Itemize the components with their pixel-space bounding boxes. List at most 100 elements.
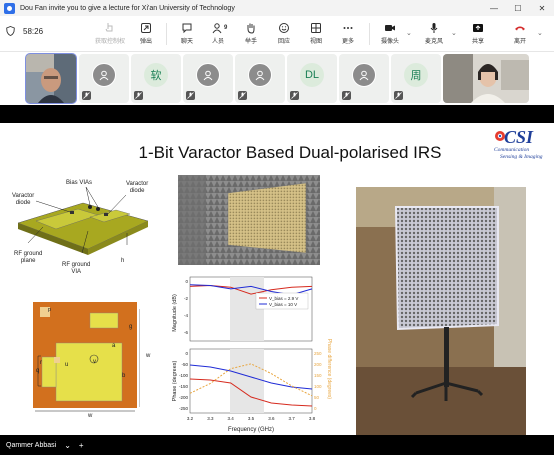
participant-tile[interactable]: DL [287, 54, 337, 103]
legend-label: V_bias = 2.9 V [269, 296, 298, 301]
view-button[interactable]: 视图 [301, 22, 331, 45]
participant-tile[interactable] [183, 54, 233, 103]
magnitude-y-tick-label: -6 [184, 330, 188, 335]
x-tick-label: 3.2 [187, 416, 194, 421]
phase-y-tick-label: 0 [185, 351, 188, 356]
eject-icon [141, 23, 151, 33]
leave-options-chevron-icon[interactable]: ⌄ [537, 29, 543, 37]
cursor-hand-icon [105, 23, 113, 32]
participant-tile[interactable]: 周 [391, 54, 441, 103]
height-h-label: h [121, 258, 125, 264]
react-button[interactable]: 回应 [269, 22, 299, 45]
leave-button[interactable]: 离开 [505, 22, 535, 45]
maximize-button[interactable]: ☐ [506, 0, 530, 16]
reflection-chart: 3.2 3.3 3.4 3.5 3.6 3.7 3.8 0 -2 -4 -6 0 -50 -100 -150… [172, 276, 332, 433]
user-avatar-icon [92, 63, 116, 87]
phase-shaded-band [230, 349, 264, 413]
user-avatar-icon [248, 63, 272, 87]
grid-icon [311, 23, 321, 33]
shield-icon[interactable] [6, 26, 15, 36]
app-logo-icon [4, 2, 15, 14]
phase-difference-y-tick-label: 100 [314, 384, 322, 389]
csi-logo: CSI Communication Sensing & Imaging [494, 127, 554, 163]
dim-w-side-label: w [146, 353, 151, 359]
participant-tile[interactable] [235, 54, 285, 103]
phase-axis-label: Phase (degrees) [172, 361, 178, 402]
participant-tile[interactable]: 软 [131, 54, 181, 103]
phase-y-tick-label: -200 [179, 395, 189, 400]
camera-options-chevron-icon[interactable]: ⌄ [406, 29, 412, 37]
participant-tile-video[interactable] [443, 54, 529, 103]
legend-label: V_bias = 10 V [269, 302, 297, 307]
collapse-chevron-icon[interactable]: ⌄ [64, 441, 71, 450]
irs-prototype-photo [356, 187, 526, 435]
x-tick-label: 3.6 [268, 416, 275, 421]
participant-tile[interactable] [339, 54, 389, 103]
shared-slide: 1-Bit Varactor Based Dual-polarised IRS … [0, 123, 554, 435]
participants-button[interactable]: 人员 [203, 22, 233, 45]
participant-count-badge: 9 [224, 25, 228, 31]
close-button[interactable]: ✕ [530, 0, 554, 16]
hang-up-icon [515, 26, 525, 31]
phase-y-tick-label: -100 [179, 373, 189, 378]
share-top-bar [0, 105, 554, 123]
magnitude-y-tick-label: -2 [184, 296, 188, 301]
meeting-window: Dou Fan invite you to give a lecture for… [0, 0, 554, 455]
camera-button[interactable]: 摄像头 [375, 22, 405, 45]
slide-title: 1-Bit Varactor Based Dual-polarised IRS [138, 143, 442, 162]
title-bar: Dou Fan invite you to give a lecture for… [0, 0, 554, 16]
phase-difference-y-tick-label: 0 [314, 406, 317, 411]
participant-video-feed [26, 54, 76, 103]
frequency-axis-label: Frequency (GHz) [228, 427, 274, 433]
chat-button[interactable]: 聊天 [172, 22, 202, 45]
bias-vias-label: Bias VIAs [66, 180, 93, 186]
presenter-bar: Qammer Abbasi ⌄ + [0, 435, 554, 455]
participant-tile-video[interactable] [25, 53, 77, 104]
more-button[interactable]: 更多 [333, 22, 363, 45]
dim-r-label: r [40, 360, 42, 366]
mic-muted-icon [134, 91, 143, 100]
unit-cell-top-view [33, 302, 140, 412]
dim-v-label: v [93, 359, 96, 365]
people-icon [212, 23, 222, 34]
raise-hand-button[interactable]: 举手 [236, 22, 266, 45]
phase-difference-y-tick-label: 200 [314, 362, 322, 367]
phase-difference-y-tick-label: 50 [314, 395, 320, 400]
meeting-timer: 58:26 [23, 26, 44, 36]
rf-ground-via-label: RF ground VIA [62, 262, 91, 275]
eject-button[interactable]: 弹出 [131, 22, 161, 45]
x-tick-label: 3.3 [207, 416, 214, 421]
anechoic-chamber-photo [178, 175, 320, 265]
magnitude-y-tick-label: 0 [185, 279, 188, 284]
dim-b-label: b [122, 373, 126, 379]
participant-initials: 软 [144, 63, 168, 87]
mic-options-chevron-icon[interactable]: ⌄ [451, 29, 457, 37]
dim-w-bottom-label: w [88, 413, 93, 419]
user-avatar-icon [196, 63, 220, 87]
mic-muted-icon [82, 91, 91, 100]
phase-y-tick-label: -50 [181, 362, 188, 367]
window-title: Dou Fan invite you to give a lecture for… [20, 4, 235, 12]
mic-muted-icon [290, 91, 299, 100]
rf-ground-plane-label: RF ground plane [14, 251, 43, 264]
hand-icon [247, 23, 255, 34]
minimize-button[interactable]: — [482, 0, 506, 16]
x-tick-label: 3.5 [248, 416, 255, 421]
request-control-button[interactable]: 获取控制权 [92, 22, 128, 45]
mic-muted-icon [342, 91, 351, 100]
presenter-name: Qammer Abbasi [6, 441, 57, 449]
x-tick-label: 3.7 [289, 416, 296, 421]
participant-tile[interactable] [79, 54, 129, 103]
meeting-toolbar: 58:26 获取控制权 弹出 聊天 人员 9 举手 回应 视图 更多 摄像头 ⌄… [0, 16, 554, 52]
add-icon[interactable]: + [79, 441, 84, 450]
phase-difference-y-tick-label: 150 [314, 373, 322, 378]
dim-q-label: q [36, 368, 40, 374]
participant-initials: DL [300, 63, 324, 87]
smiley-icon [279, 23, 289, 33]
chart-legend: V_bias = 2.9 V V_bias = 10 V [255, 292, 309, 310]
share-screen-icon [473, 24, 483, 32]
mic-button[interactable]: 麦克风 [419, 22, 449, 45]
dim-p-label: p [48, 307, 52, 313]
mic-muted-icon [394, 91, 403, 100]
share-button[interactable]: 共享 [463, 22, 493, 45]
